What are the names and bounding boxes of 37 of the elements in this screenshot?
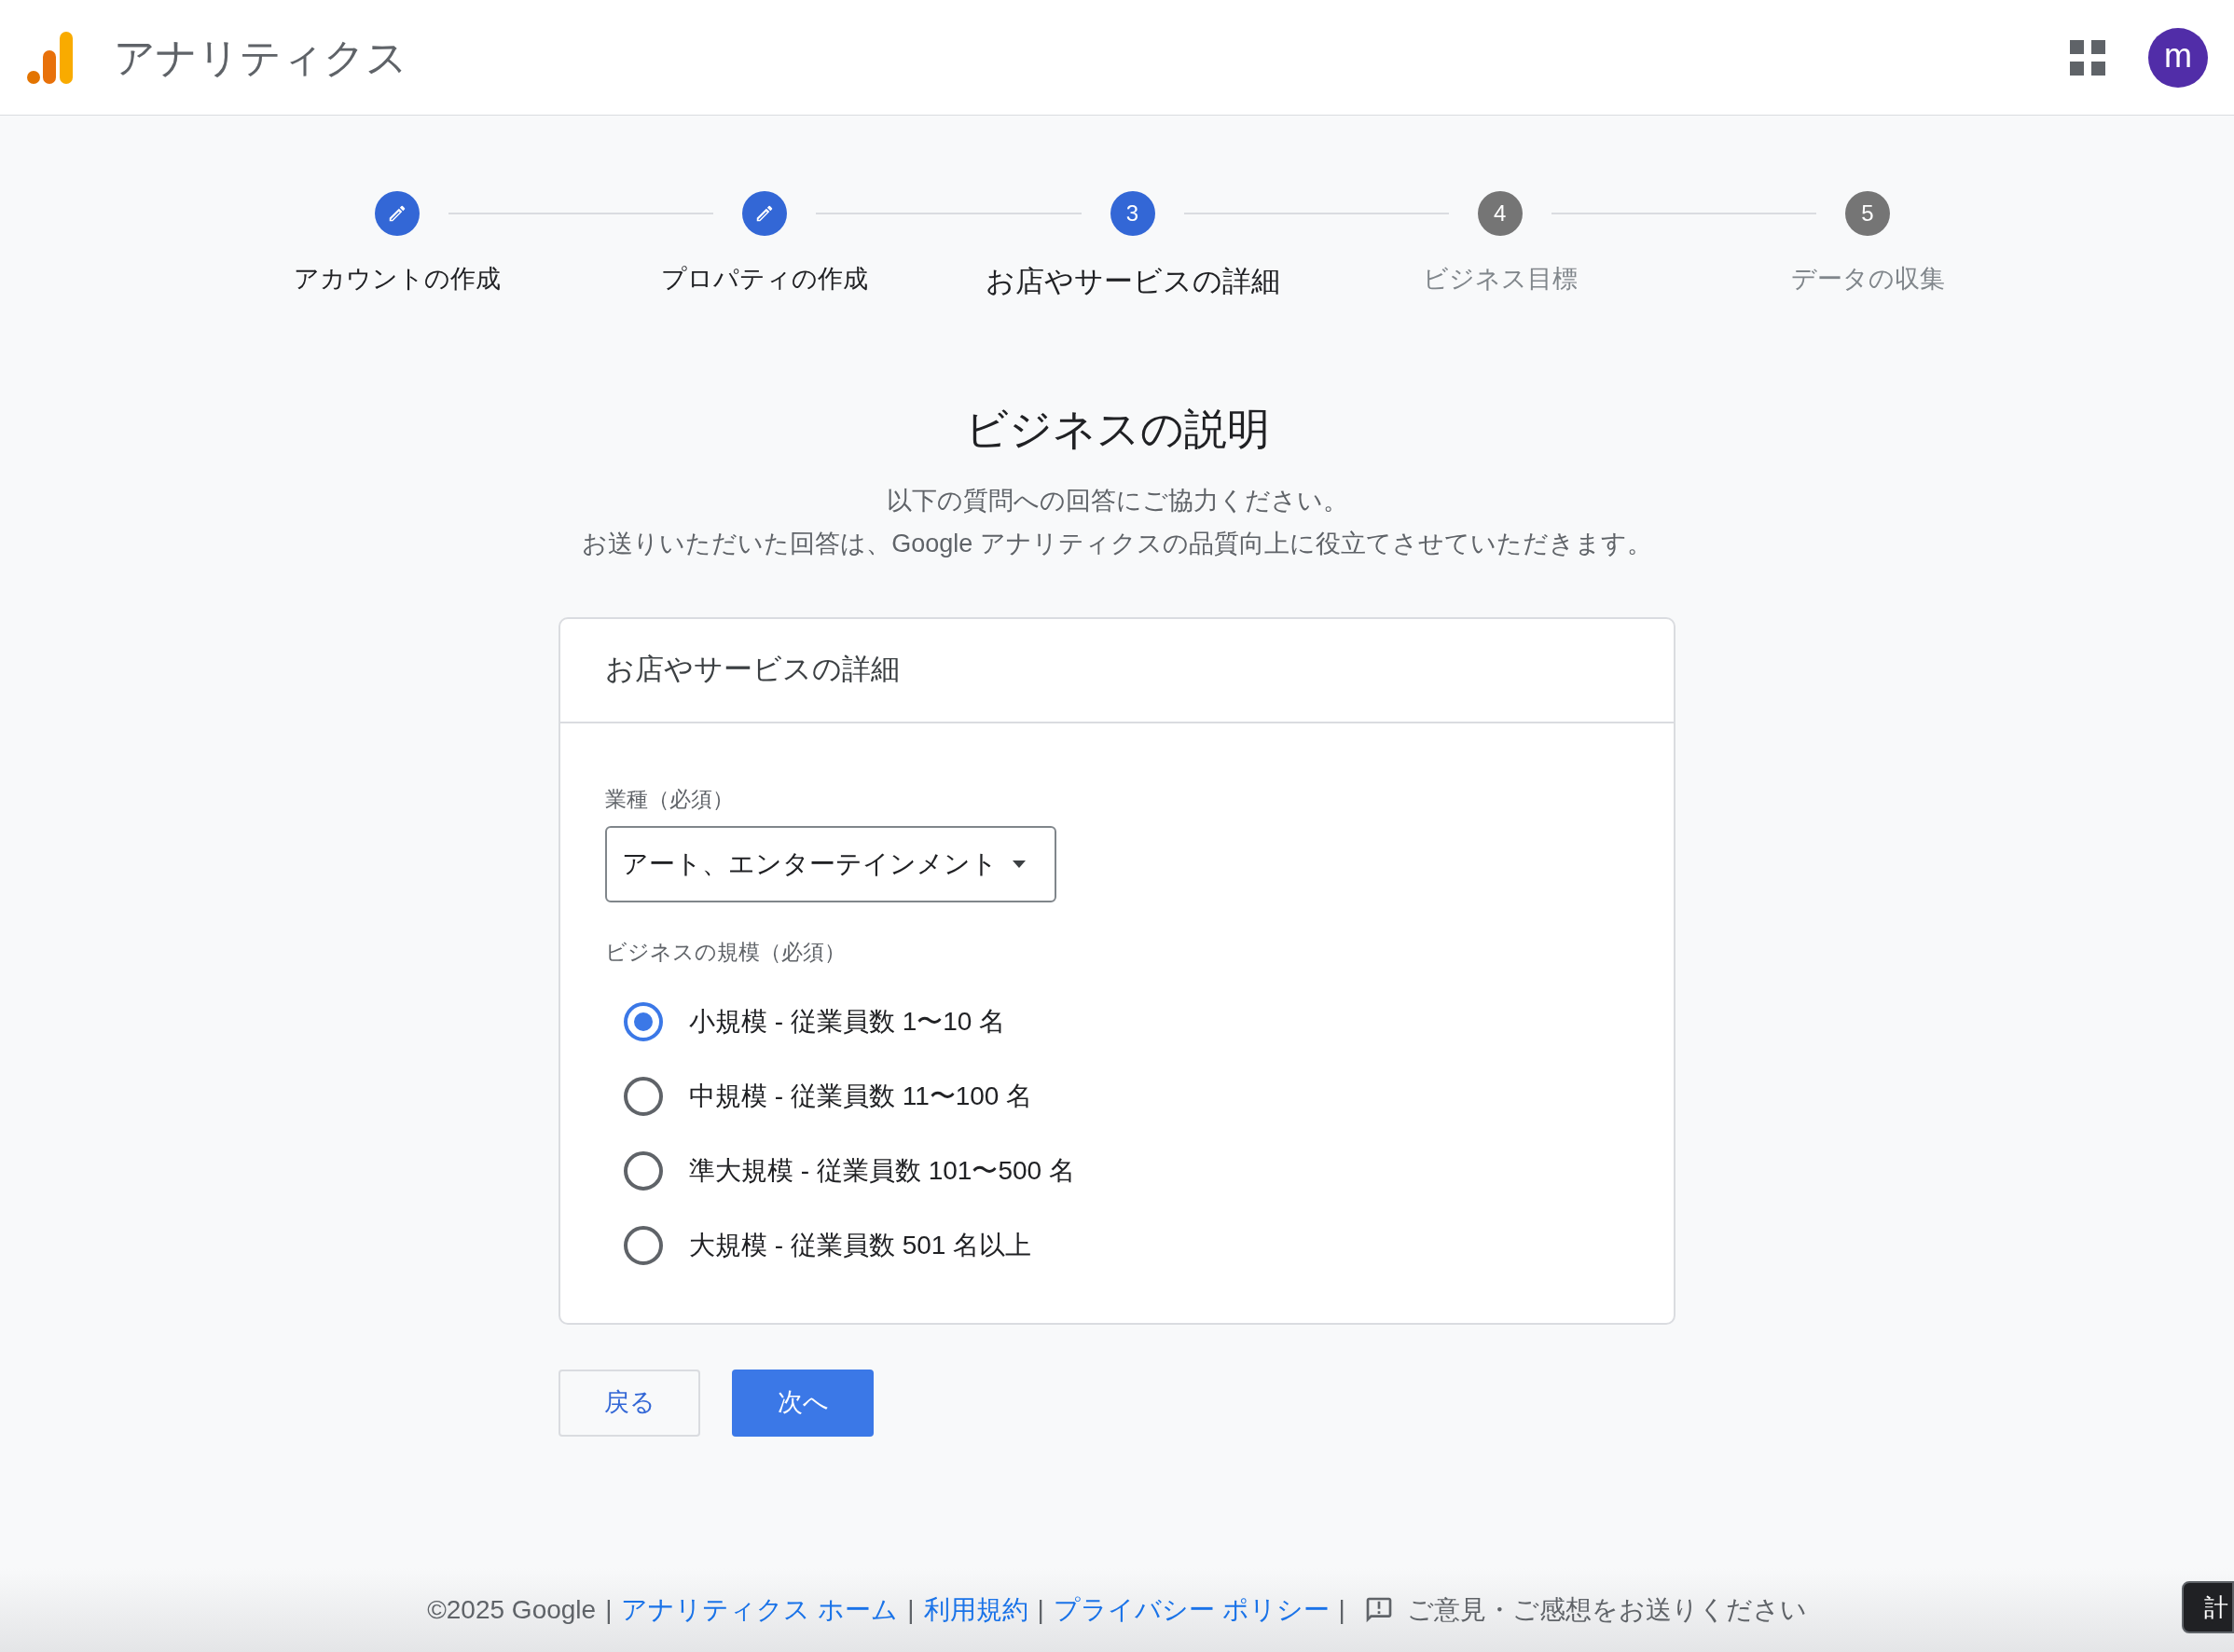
- radio-label: 準大規模 - 従業員数 101〜500 名: [689, 1154, 1075, 1187]
- footer-link[interactable]: プライバシー ポリシー: [1053, 1590, 1330, 1630]
- footer-separator: |: [1037, 1594, 1044, 1626]
- description-text: お送りいただいた回答は、Google アナリティクスの品質向上に役立てさせていただきます。: [582, 529, 1652, 559]
- footer-separator: |: [1338, 1594, 1345, 1626]
- step-label: プロパティの作成: [661, 264, 869, 295]
- field-label: 業種（必須）: [605, 785, 734, 813]
- corner-button[interactable]: 計: [2182, 1581, 2234, 1633]
- field-label: ビジネスの規模（必須）: [605, 939, 846, 966]
- copyright-text: ©2025 Google: [427, 1594, 597, 1626]
- radio-label: 大規模 - 従業員数 501 名以上: [689, 1229, 1032, 1261]
- next-button[interactable]: 次へ: [732, 1369, 874, 1437]
- radio-button[interactable]: [624, 1001, 663, 1041]
- step-label: ビジネス目標: [1422, 264, 1578, 295]
- description-text: 以下の質問への回答にご協力ください。: [886, 485, 1348, 516]
- feedback-link[interactable]: ご意見・ご感想をお送りください: [1363, 1590, 1807, 1630]
- page-heading: ビジネスの説明: [963, 403, 1271, 455]
- back-button[interactable]: 戻る: [558, 1369, 700, 1437]
- step-label: データの収集: [1790, 264, 1945, 295]
- radio-button[interactable]: [624, 1076, 663, 1116]
- footer-separator: |: [907, 1594, 915, 1626]
- footer-separator: |: [605, 1594, 613, 1626]
- radio-button[interactable]: [624, 1150, 663, 1191]
- pencil-icon: [387, 203, 407, 224]
- footer-link[interactable]: 利用規約: [923, 1590, 1028, 1630]
- apps-grid-icon[interactable]: [2070, 39, 2105, 76]
- account-avatar[interactable]: m: [2148, 27, 2208, 88]
- step-label: アカウントの作成: [294, 264, 501, 295]
- footer-link[interactable]: アナリティクス ホーム: [621, 1590, 899, 1630]
- industry-dropdown[interactable]: アート、エンターテインメント: [605, 826, 1056, 902]
- radio-button[interactable]: [624, 1225, 663, 1265]
- app-title: アナリティクス: [114, 33, 407, 82]
- card-title: お店やサービスの詳細: [605, 652, 900, 688]
- radio-label: 小規模 - 従業員数 1〜10 名: [689, 1005, 1006, 1038]
- radio-label: 中規模 - 従業員数 11〜100 名: [689, 1080, 1033, 1112]
- dropdown-caret-icon: [1013, 860, 1026, 868]
- step-label: お店やサービスの詳細: [985, 264, 1280, 299]
